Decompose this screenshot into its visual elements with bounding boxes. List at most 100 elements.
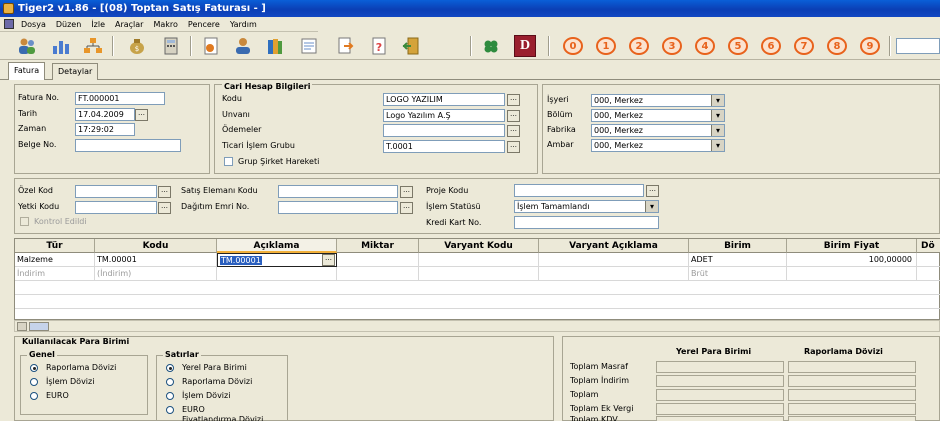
date-picker-button[interactable]: …	[135, 109, 148, 121]
number-button-8[interactable]: 8	[827, 37, 847, 55]
tab-detaylar[interactable]: Detaylar	[52, 63, 99, 80]
proje-kodu-input[interactable]	[514, 184, 644, 197]
number-button-0[interactable]: 0	[563, 37, 583, 55]
radio-euro-satir[interactable]	[166, 406, 174, 414]
menu-pencere[interactable]: Pencere	[183, 17, 225, 32]
exit-icon[interactable]	[400, 35, 422, 57]
dagitim-input[interactable]	[278, 201, 398, 214]
table-cell[interactable]	[917, 267, 940, 281]
number-button-5[interactable]: 5	[728, 37, 748, 55]
radio-islem-dovizi-satir[interactable]	[166, 392, 174, 400]
radio-raporlama-dovizi[interactable]	[30, 364, 38, 372]
chevron-down-icon[interactable]: ▾	[711, 125, 724, 136]
tab-fatura[interactable]: Fatura	[8, 62, 46, 80]
menu-duzen[interactable]: Düzen	[51, 17, 86, 32]
unvani-lookup-button[interactable]: …	[507, 110, 520, 122]
person-icon[interactable]	[232, 35, 254, 57]
menu-dosya[interactable]: Dosya	[16, 17, 51, 32]
table-cell[interactable]: 100,00000	[787, 253, 917, 267]
dagitim-lookup-button[interactable]: …	[400, 202, 413, 214]
table-row-empty[interactable]	[15, 281, 940, 295]
fatura-no-input[interactable]: FT.000001	[75, 92, 165, 105]
table-cell[interactable]	[337, 253, 419, 267]
col-header-miktar[interactable]: Miktar	[337, 239, 419, 253]
invoice-icon[interactable]	[200, 35, 222, 57]
col-header-birim[interactable]: Birim	[689, 239, 787, 253]
ozel-kod-lookup-button[interactable]: …	[158, 186, 171, 198]
radio-yerel-para-birimi[interactable]	[166, 364, 174, 372]
grup-sirket-checkbox[interactable]	[224, 157, 233, 166]
yetki-kodu-lookup-button[interactable]: …	[158, 202, 171, 214]
table-row-empty[interactable]	[15, 295, 940, 309]
table-cell[interactable]: Brüt	[689, 267, 787, 281]
scroll-left-icon[interactable]	[17, 322, 27, 331]
isyeri-select[interactable]: 000, Merkez ▾	[591, 94, 725, 107]
calculator-icon[interactable]	[160, 35, 182, 57]
ozel-kod-input[interactable]	[75, 185, 157, 198]
table-cell[interactable]	[337, 267, 419, 281]
table-cell[interactable]: ADET	[689, 253, 787, 267]
number-button-9[interactable]: 9	[860, 37, 880, 55]
clover-icon[interactable]	[480, 35, 502, 57]
col-header-tur[interactable]: Tür	[15, 239, 95, 253]
cari-kodu-input[interactable]: LOGO YAZILIM	[383, 93, 505, 106]
org-chart-icon[interactable]	[82, 35, 104, 57]
ticari-input[interactable]: T.0001	[383, 140, 505, 153]
d-button[interactable]: D	[514, 35, 536, 57]
form-edit-icon[interactable]	[298, 35, 320, 57]
number-button-6[interactable]: 6	[761, 37, 781, 55]
unvani-input[interactable]: Logo Yazılım A.Ş	[383, 109, 505, 122]
table-cell[interactable]	[787, 267, 917, 281]
zaman-input[interactable]: 17:29:02	[75, 123, 135, 136]
radio-euro[interactable]	[30, 392, 38, 400]
islem-statusu-select[interactable]: İşlem Tamamlandı ▾	[514, 200, 659, 213]
chevron-down-icon[interactable]: ▾	[711, 110, 724, 121]
proje-kodu-lookup-button[interactable]: …	[646, 185, 659, 197]
table-cell[interactable]: (İndirim)	[95, 267, 217, 281]
odemeler-lookup-button[interactable]: …	[507, 125, 520, 137]
horizontal-scrollbar[interactable]	[14, 320, 940, 332]
menu-makro[interactable]: Makro	[148, 17, 182, 32]
table-cell[interactable]	[917, 253, 940, 267]
fabrika-select[interactable]: 000, Merkez ▾	[591, 124, 725, 137]
table-cell[interactable]	[419, 267, 539, 281]
active-cell[interactable]: TM.00001 …	[217, 253, 337, 267]
chevron-down-icon[interactable]: ▾	[645, 201, 658, 212]
ticari-lookup-button[interactable]: …	[507, 141, 520, 153]
table-cell[interactable]: TM.00001	[95, 253, 217, 267]
yetki-kodu-input[interactable]	[75, 201, 157, 214]
menu-izle[interactable]: İzle	[86, 17, 110, 32]
ambar-select[interactable]: 000, Merkez ▾	[591, 139, 725, 152]
col-header-varyant-aciklama[interactable]: Varyant Açıklama	[539, 239, 689, 253]
bar-chart-icon[interactable]	[50, 35, 72, 57]
number-button-7[interactable]: 7	[794, 37, 814, 55]
number-button-3[interactable]: 3	[662, 37, 682, 55]
export-icon[interactable]	[334, 35, 356, 57]
tarih-input[interactable]: 17.04.2009	[75, 108, 135, 121]
radio-raporlama-dovizi-satir[interactable]	[166, 378, 174, 386]
satis-elemani-lookup-button[interactable]: …	[400, 186, 413, 198]
users-icon[interactable]	[16, 35, 38, 57]
table-cell[interactable]	[539, 253, 689, 267]
chevron-down-icon[interactable]: ▾	[711, 140, 724, 151]
col-header-varyant-kodu[interactable]: Varyant Kodu	[419, 239, 539, 253]
menu-yardim[interactable]: Yardım	[225, 17, 262, 32]
toolbar-search-input[interactable]	[896, 38, 940, 54]
aciklama-lookup-button[interactable]: …	[322, 254, 335, 266]
satis-elemani-input[interactable]	[278, 185, 398, 198]
books-icon[interactable]	[264, 35, 286, 57]
scroll-thumb[interactable]	[29, 322, 49, 331]
number-button-4[interactable]: 4	[695, 37, 715, 55]
kredi-kart-input[interactable]	[514, 216, 659, 229]
col-header-birim-fiyat[interactable]: Birim Fiyat	[787, 239, 917, 253]
help-icon[interactable]: ?	[368, 35, 390, 57]
money-bag-icon[interactable]: $	[126, 35, 148, 57]
menu-araclar[interactable]: Araçlar	[110, 17, 148, 32]
col-header-aciklama[interactable]: Açıklama	[217, 239, 337, 253]
number-button-2[interactable]: 2	[629, 37, 649, 55]
bolum-select[interactable]: 000, Merkez ▾	[591, 109, 725, 122]
kontrol-checkbox[interactable]	[20, 217, 29, 226]
radio-islem-dovizi[interactable]	[30, 378, 38, 386]
cari-kodu-lookup-button[interactable]: …	[507, 94, 520, 106]
table-cell[interactable]: İndirim	[15, 267, 95, 281]
